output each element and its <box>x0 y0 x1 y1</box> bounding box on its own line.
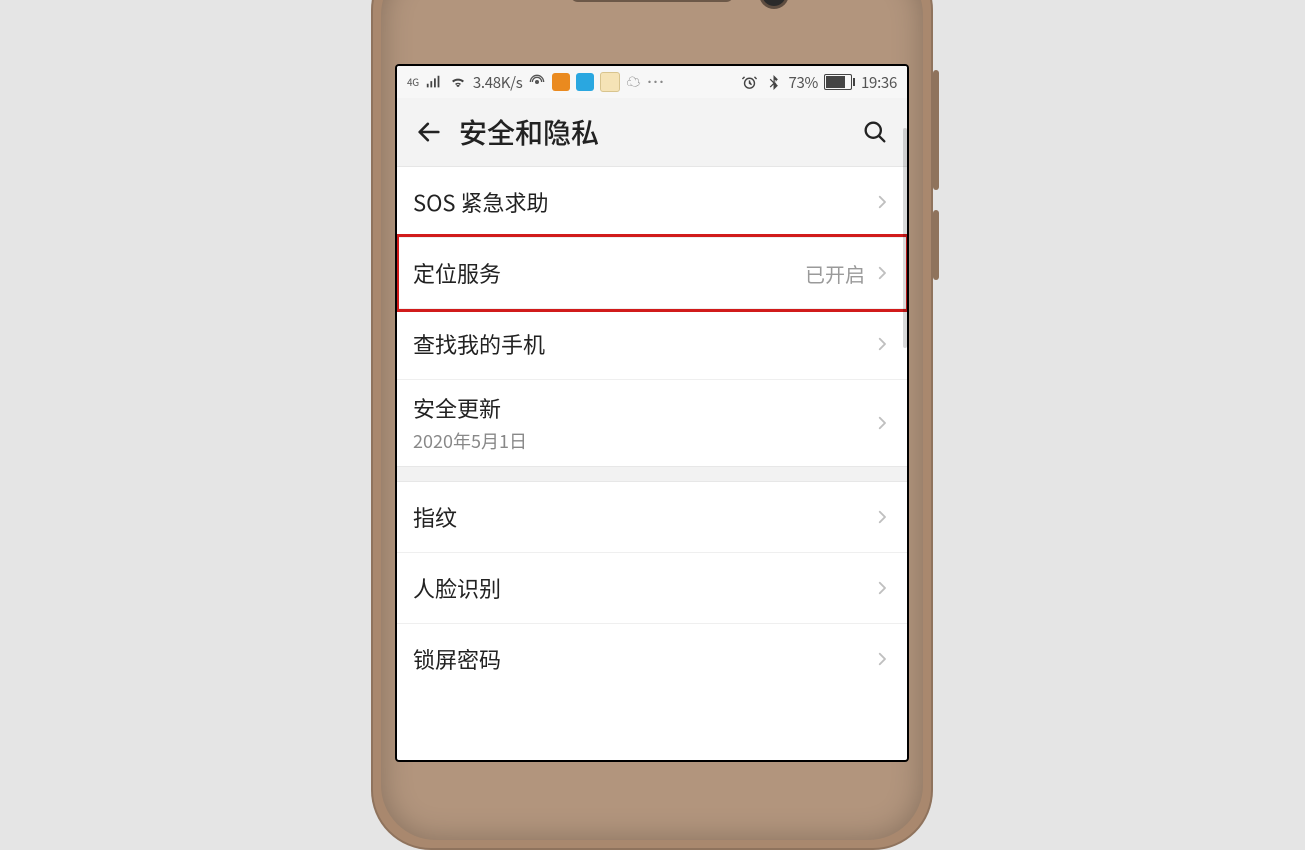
notification-app-icon <box>552 73 570 91</box>
app-bar: 安全和隐私 <box>397 98 907 167</box>
chevron-right-icon <box>873 335 891 353</box>
chevron-right-icon <box>873 508 891 526</box>
notification-app-icon <box>600 72 620 92</box>
row-label: 查找我的手机 <box>413 328 545 360</box>
row-label: 安全更新 <box>413 392 527 424</box>
row-label: 指纹 <box>413 501 457 533</box>
row-label: 锁屏密码 <box>413 643 501 675</box>
side-button-volume <box>933 70 939 190</box>
row-face-recognition[interactable]: 人脸识别 <box>397 553 907 624</box>
alarm-icon <box>740 73 758 91</box>
chevron-right-icon <box>873 193 891 211</box>
page-title: 安全和隐私 <box>459 112 599 152</box>
row-value: 已开启 <box>805 259 865 288</box>
clock: 19:36 <box>861 72 897 93</box>
notification-app-icon <box>576 73 594 91</box>
network-speed: 3.48K/s <box>473 72 523 93</box>
search-button[interactable] <box>859 116 891 148</box>
chevron-right-icon <box>873 414 891 432</box>
hotspot-icon <box>528 73 546 91</box>
row-lock-screen-password[interactable]: 锁屏密码 <box>397 624 907 694</box>
row-label: SOS 紧急求助 <box>413 186 548 218</box>
status-bar: 4G 3.48K/s ☁ ⋯ <box>397 66 907 98</box>
scrollbar[interactable] <box>903 128 907 348</box>
wifi-icon <box>449 73 467 91</box>
back-button[interactable] <box>413 116 445 148</box>
row-fingerprint[interactable]: 指纹 <box>397 482 907 553</box>
more-notifications-icon: ⋯ <box>646 69 666 95</box>
bluetooth-icon <box>764 73 782 91</box>
side-button-power <box>933 210 939 280</box>
row-security-update[interactable]: 安全更新 2020年5月1日 <box>397 380 907 466</box>
signal-icon <box>425 73 443 91</box>
network-type-label: 4G <box>407 77 419 87</box>
phone-frame: 4G 3.48K/s ☁ ⋯ <box>371 0 933 850</box>
settings-list: SOS 紧急求助 定位服务 已开启 查找我的手机 <box>397 167 907 694</box>
row-sos[interactable]: SOS 紧急求助 <box>397 167 907 238</box>
row-location[interactable]: 定位服务 已开启 <box>397 238 907 309</box>
cloud-icon: ☁ <box>626 72 640 92</box>
battery-percent: 73% <box>788 72 818 93</box>
chevron-right-icon <box>873 579 891 597</box>
screen: 4G 3.48K/s ☁ ⋯ <box>397 66 907 760</box>
row-find-my-phone[interactable]: 查找我的手机 <box>397 309 907 380</box>
battery-icon <box>824 74 855 90</box>
row-label: 定位服务 <box>413 257 501 289</box>
section-divider <box>397 466 907 482</box>
row-sublabel: 2020年5月1日 <box>413 428 527 454</box>
status-bar-right: 73% 19:36 <box>740 72 897 93</box>
chevron-right-icon <box>873 264 891 282</box>
row-label: 人脸识别 <box>413 572 501 604</box>
chevron-right-icon <box>873 650 891 668</box>
status-bar-left: 4G 3.48K/s ☁ ⋯ <box>407 69 666 95</box>
